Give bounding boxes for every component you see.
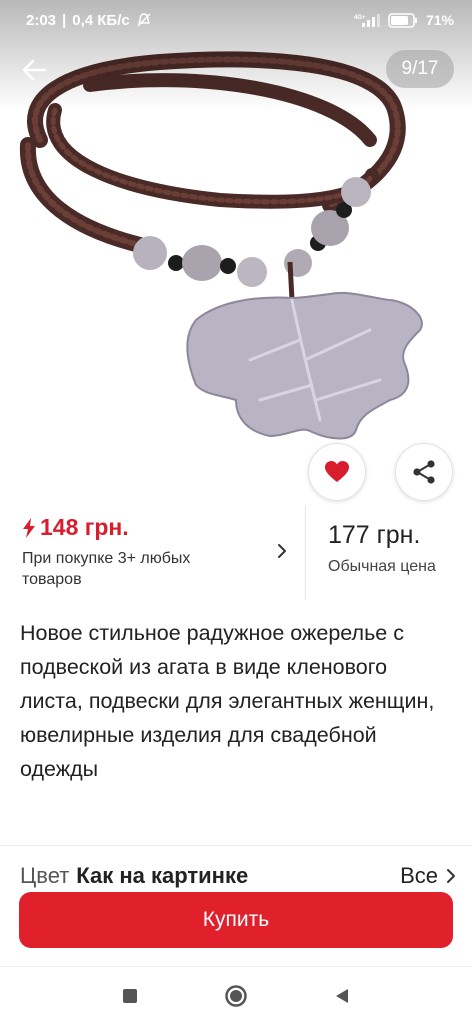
color-value: Как на картинке xyxy=(76,863,249,888)
color-label: Цвет xyxy=(20,863,70,888)
regular-price-label: Обычная цена xyxy=(328,558,436,575)
signal-icon: 4G+ xyxy=(354,13,380,27)
home-button[interactable] xyxy=(218,978,254,1014)
color-variant-row[interactable]: Цвет Как на картинке Все xyxy=(20,860,456,892)
image-counter: 9/17 xyxy=(386,50,454,88)
arrow-left-icon xyxy=(22,59,47,81)
triangle-left-icon xyxy=(336,988,348,1003)
favorite-button[interactable] xyxy=(308,443,366,501)
battery-icon xyxy=(388,12,418,28)
buy-button[interactable]: Купить xyxy=(19,892,453,948)
share-icon xyxy=(413,460,435,484)
status-speed: 0,4 КБ/с xyxy=(72,11,130,29)
see-all-link[interactable]: Все xyxy=(400,863,456,889)
status-time: 2:03 xyxy=(26,11,57,29)
lightning-icon xyxy=(23,517,35,538)
circle-icon xyxy=(225,984,247,1007)
status-bar: 2:03 | 0,4 КБ/с 4G+ 71% xyxy=(0,0,472,40)
network-type: 4G+ xyxy=(354,15,366,21)
heart-icon xyxy=(325,461,349,482)
see-all-label: Все xyxy=(400,863,438,888)
status-separator: | xyxy=(62,11,67,29)
divider xyxy=(0,845,472,846)
system-nav-bar xyxy=(0,966,472,1024)
share-button[interactable] xyxy=(395,443,453,501)
promo-price-section[interactable]: 148 грн. При покупке 3+ любых товаров xyxy=(0,505,306,600)
product-title: Новое стильное радужное ожерелье с подве… xyxy=(20,621,435,781)
regular-price-section: 177 грн. Обычная цена xyxy=(306,505,472,600)
battery-level: 71% xyxy=(425,12,454,28)
regular-price: 177 грн. xyxy=(328,521,421,549)
promo-condition: При покупке 3+ любых товаров xyxy=(22,550,191,588)
back-nav-button[interactable] xyxy=(324,978,360,1014)
promo-price: 148 грн. xyxy=(40,514,129,540)
chevron-right-icon xyxy=(447,869,455,883)
square-icon xyxy=(123,988,137,1003)
back-button[interactable] xyxy=(16,52,52,88)
recent-apps-button[interactable] xyxy=(112,978,148,1014)
silent-icon xyxy=(136,12,152,28)
price-block: 148 грн. При покупке 3+ любых товаров 17… xyxy=(0,505,472,600)
chevron-right-icon xyxy=(278,544,286,558)
